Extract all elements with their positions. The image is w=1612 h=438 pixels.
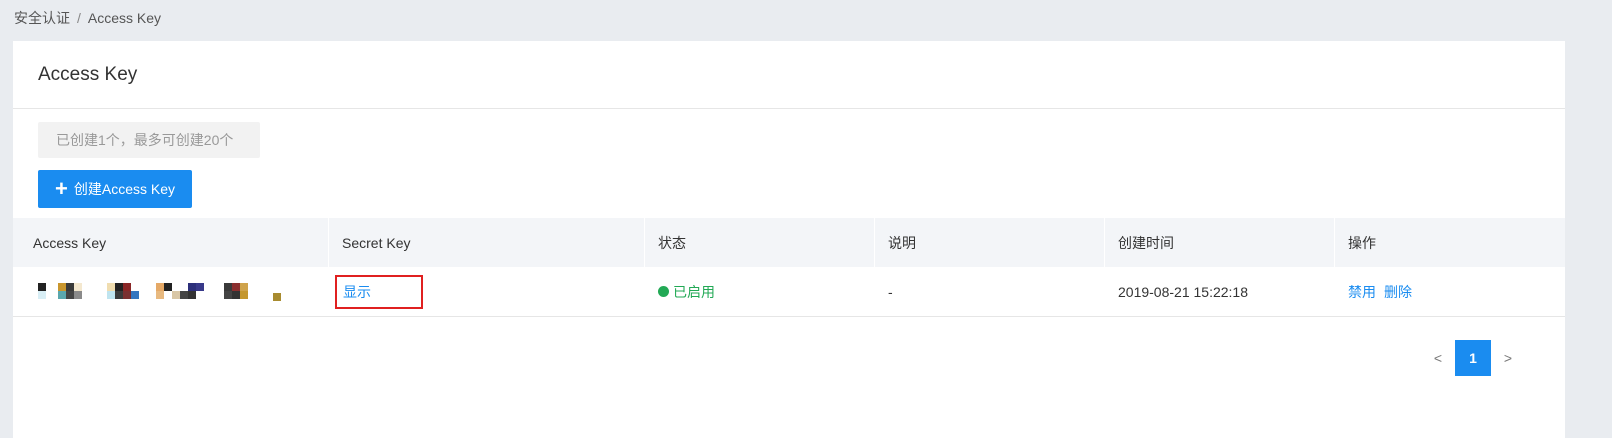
breadcrumb-separator: /	[77, 10, 81, 26]
create-button-label: 创建Access Key	[73, 181, 175, 197]
quota-notice: 已创建1个，最多可创建20个	[38, 122, 260, 158]
next-page-button[interactable]: >	[1491, 350, 1525, 366]
pixelated-key-image	[38, 282, 281, 301]
create-access-key-button[interactable]: + 创建Access Key	[38, 170, 192, 208]
access-key-table: Access Key Secret Key 状态 说明 创建时间 操作 显示 已…	[13, 218, 1565, 317]
breadcrumb: 安全认证 / Access Key	[14, 8, 161, 28]
column-header-status: 状态	[645, 218, 875, 267]
status-cell: 已启用	[645, 267, 875, 316]
page-title: Access Key	[38, 63, 138, 85]
table-row: 显示 已启用 - 2019-08-21 15:22:18 禁用 删除	[13, 267, 1565, 317]
created-at-cell: 2019-08-21 15:22:18	[1118, 283, 1248, 300]
breadcrumb-current: Access Key	[87, 10, 162, 26]
masked-access-key	[33, 282, 283, 302]
plus-icon: +	[55, 176, 68, 201]
secret-key-cell: 显示	[329, 267, 645, 316]
table-header: Access Key Secret Key 状态 说明 创建时间 操作	[13, 218, 1565, 267]
show-secret-key-link[interactable]: 显示	[335, 274, 423, 309]
description-cell: -	[888, 283, 893, 300]
page-number-button[interactable]: 1	[1455, 340, 1491, 376]
delete-link[interactable]: 删除	[1384, 282, 1412, 302]
column-header-actions: 操作	[1348, 234, 1376, 251]
breadcrumb-parent[interactable]: 安全认证	[14, 8, 70, 28]
access-key-panel: Access Key 已创建1个，最多可创建20个 + 创建Access Key…	[13, 41, 1565, 438]
pagination: < 1 >	[1421, 340, 1525, 376]
column-header-created-at: 创建时间	[1105, 218, 1335, 267]
column-header-access-key: Access Key	[13, 218, 329, 267]
status-badge: 已启用	[658, 282, 715, 302]
panel-header: Access Key	[13, 41, 1565, 109]
status-dot-icon	[658, 286, 669, 297]
column-header-description: 说明	[875, 218, 1105, 267]
disable-link[interactable]: 禁用	[1348, 282, 1376, 302]
prev-page-button[interactable]: <	[1421, 350, 1455, 366]
access-key-cell	[13, 267, 329, 316]
column-header-secret-key: Secret Key	[329, 218, 645, 267]
status-label: 已启用	[673, 283, 715, 300]
actions-cell: 禁用 删除	[1335, 267, 1565, 316]
